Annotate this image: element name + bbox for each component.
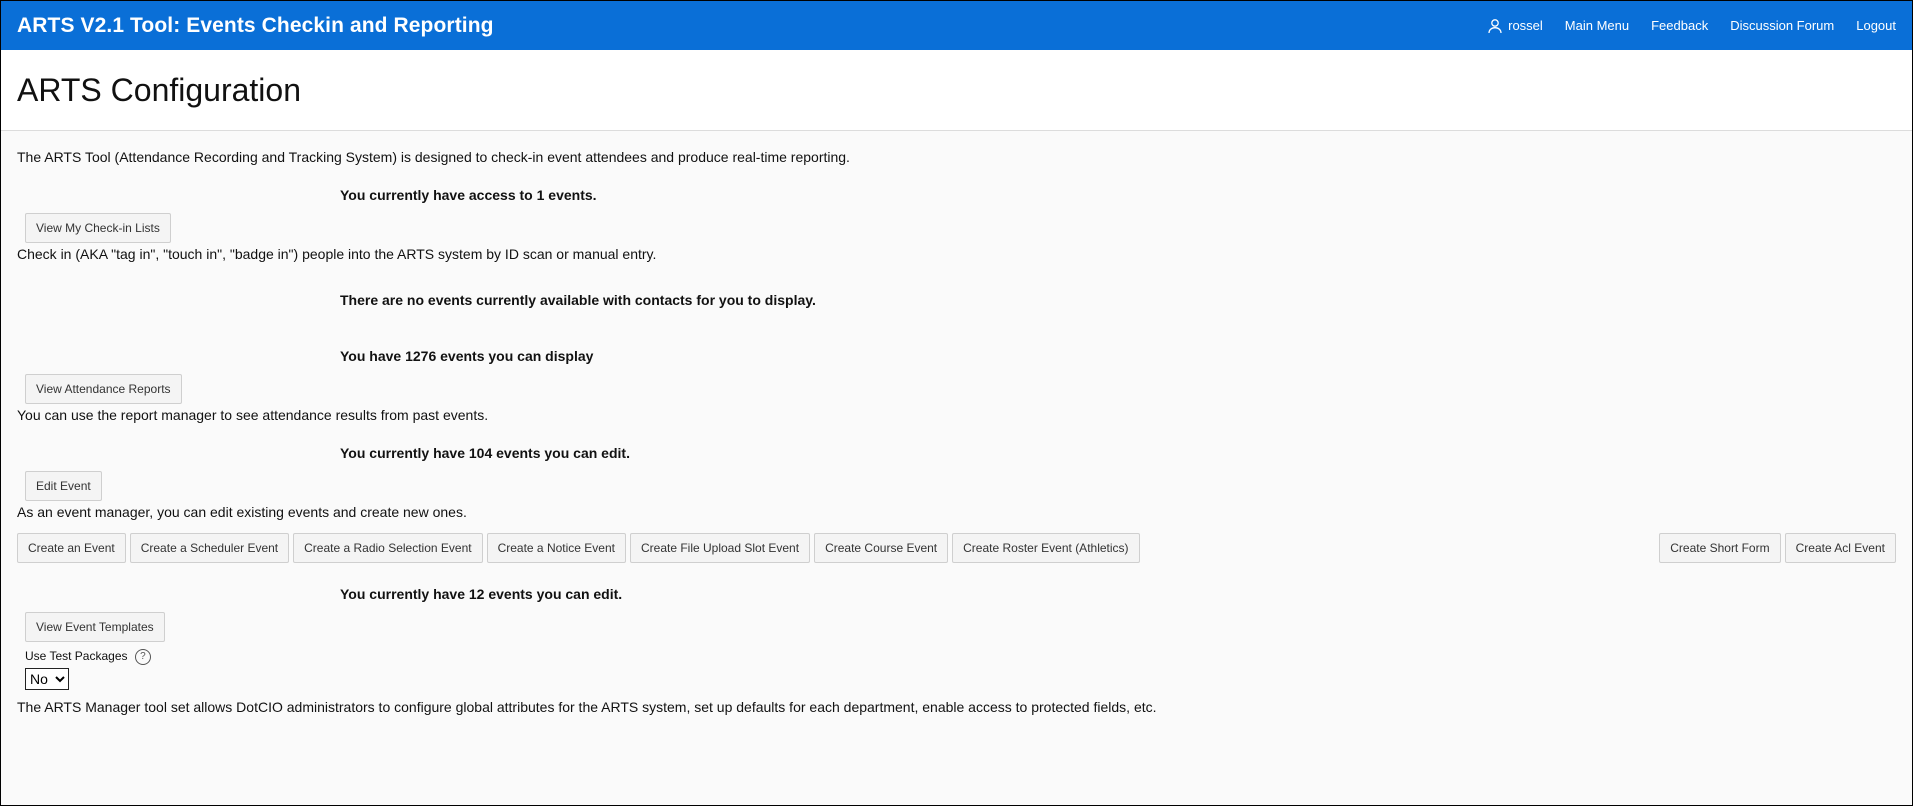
- test-packages-field: Use Test Packages ? No: [25, 649, 1896, 690]
- create-scheduler-event-button[interactable]: Create a Scheduler Event: [129, 533, 290, 563]
- footer-description: The ARTS Manager tool set allows DotCIO …: [17, 699, 1157, 715]
- top-nav: rossel Main Menu Feedback Discussion For…: [1487, 18, 1896, 34]
- main-content: The ARTS Tool (Attendance Recording and …: [1, 131, 1912, 716]
- discussion-forum-link[interactable]: Discussion Forum: [1730, 18, 1834, 33]
- question-circle-icon[interactable]: ?: [134, 649, 151, 665]
- create-course-event-button[interactable]: Create Course Event: [814, 533, 949, 563]
- checkin-access-note: You currently have access to 1 events.: [340, 187, 597, 203]
- user-menu[interactable]: rossel: [1487, 18, 1543, 34]
- page-header: ARTS Configuration: [1, 50, 1912, 131]
- top-navigation-bar: ARTS V2.1 Tool: Events Checkin and Repor…: [1, 1, 1912, 50]
- view-event-templates-button[interactable]: View Event Templates: [25, 612, 165, 642]
- intro-text: The ARTS Tool (Attendance Recording and …: [17, 149, 850, 165]
- no-events-note: There are no events currently available …: [340, 292, 816, 308]
- create-notice-event-button[interactable]: Create a Notice Event: [486, 533, 626, 563]
- templates-note: You currently have 12 events you can edi…: [340, 586, 623, 602]
- feedback-link[interactable]: Feedback: [1651, 18, 1708, 33]
- reports-note: You have 1276 events you can display: [340, 348, 594, 364]
- main-menu-link[interactable]: Main Menu: [1565, 18, 1629, 33]
- user-icon: [1488, 18, 1502, 33]
- view-attendance-reports-button[interactable]: View Attendance Reports: [25, 374, 182, 404]
- edit-note: You currently have 104 events you can ed…: [340, 445, 630, 461]
- view-checkin-lists-button[interactable]: View My Check-in Lists: [25, 213, 171, 243]
- create-file-upload-slot-event-button[interactable]: Create File Upload Slot Event: [629, 533, 811, 563]
- edit-description: As an event manager, you can edit existi…: [17, 504, 467, 520]
- logout-link[interactable]: Logout: [1856, 18, 1896, 33]
- create-buttons-row: Create an Event Create a Scheduler Event…: [17, 533, 1896, 563]
- username: rossel: [1508, 18, 1543, 33]
- create-event-button[interactable]: Create an Event: [17, 533, 126, 563]
- test-packages-select[interactable]: No: [25, 668, 69, 690]
- create-roster-event-button[interactable]: Create Roster Event (Athletics): [952, 533, 1140, 563]
- test-packages-label: Use Test Packages: [25, 649, 128, 664]
- checkin-description: Check in (AKA "tag in", "touch in", "bad…: [17, 246, 657, 262]
- create-short-form-button[interactable]: Create Short Form: [1659, 533, 1781, 563]
- reports-description: You can use the report manager to see at…: [17, 407, 489, 423]
- create-radio-selection-event-button[interactable]: Create a Radio Selection Event: [293, 533, 483, 563]
- page-title: ARTS Configuration: [17, 71, 301, 108]
- edit-event-button[interactable]: Edit Event: [25, 471, 102, 501]
- create-acl-event-button[interactable]: Create Acl Event: [1784, 533, 1896, 563]
- app-title: ARTS V2.1 Tool: Events Checkin and Repor…: [17, 13, 494, 37]
